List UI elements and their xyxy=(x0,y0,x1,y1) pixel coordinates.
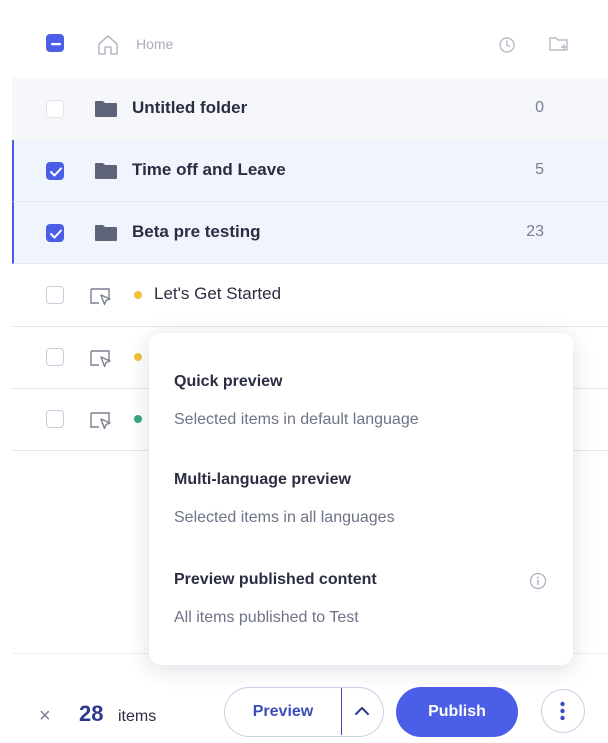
row-checkbox[interactable] xyxy=(46,410,64,428)
status-dot xyxy=(134,415,142,423)
folder-name[interactable]: Untitled folder xyxy=(132,98,247,118)
row-checkbox[interactable] xyxy=(46,162,64,180)
option-title: Multi-language preview xyxy=(174,471,351,488)
status-dot xyxy=(134,353,142,361)
row-checkbox[interactable] xyxy=(46,286,64,304)
walkthrough-icon xyxy=(88,286,114,311)
row-checkbox[interactable] xyxy=(46,348,64,366)
selected-label: items xyxy=(118,708,157,725)
folder-row-time-off[interactable]: Time off and Leave 5 xyxy=(12,140,608,202)
preview-button[interactable]: Preview xyxy=(225,688,341,735)
preview-options-menu: Quick preview Selected items in default … xyxy=(149,333,573,665)
folder-name[interactable]: Beta pre testing xyxy=(132,222,260,242)
list-header: Home xyxy=(12,8,608,79)
preview-options-toggle[interactable] xyxy=(341,688,383,735)
breadcrumb-home[interactable]: Home xyxy=(136,36,173,52)
publish-button[interactable]: Publish xyxy=(396,687,518,737)
option-description: All items published to Test xyxy=(174,609,359,626)
selected-count: 28 xyxy=(79,701,104,726)
item-row-lets-get-started[interactable]: Let's Get Started xyxy=(12,264,608,327)
folder-name[interactable]: Time off and Leave xyxy=(132,160,286,180)
clear-selection-icon[interactable]: × xyxy=(39,706,51,726)
row-checkbox[interactable] xyxy=(46,100,64,118)
folder-icon xyxy=(94,224,118,247)
chevron-up-icon xyxy=(355,707,369,715)
folder-row-beta[interactable]: Beta pre testing 23 xyxy=(12,202,608,264)
selection-footer: × 28 items Preview Publish xyxy=(12,653,608,743)
folder-row-untitled[interactable]: Untitled folder 0 xyxy=(12,78,608,141)
walkthrough-icon xyxy=(88,410,114,435)
option-description: Selected items in default language xyxy=(174,411,419,428)
preview-published-option[interactable]: Preview published content All items publ… xyxy=(149,545,573,655)
status-dot xyxy=(134,291,142,299)
quick-preview-option[interactable]: Quick preview Selected items in default … xyxy=(149,333,573,439)
option-description: Selected items in all languages xyxy=(174,509,395,526)
more-options-button[interactable] xyxy=(541,689,585,733)
folder-icon xyxy=(94,100,118,123)
more-vertical-icon xyxy=(560,701,565,721)
folder-count: 5 xyxy=(535,161,544,178)
folder-count: 23 xyxy=(526,223,544,240)
row-checkbox[interactable] xyxy=(46,224,64,242)
new-folder-icon[interactable] xyxy=(548,34,570,59)
select-all-checkbox[interactable] xyxy=(46,34,64,52)
option-title: Quick preview xyxy=(174,373,283,390)
info-icon[interactable] xyxy=(529,572,547,595)
multi-language-preview-option[interactable]: Multi-language preview Selected items in… xyxy=(149,439,573,545)
folder-count: 0 xyxy=(535,99,544,116)
preview-split-button: Preview xyxy=(224,687,384,737)
folder-icon xyxy=(94,162,118,185)
history-icon[interactable] xyxy=(498,36,516,59)
walkthrough-icon xyxy=(88,348,114,373)
home-icon[interactable] xyxy=(96,34,120,61)
item-name[interactable]: Let's Get Started xyxy=(154,284,281,304)
option-title: Preview published content xyxy=(174,571,377,588)
